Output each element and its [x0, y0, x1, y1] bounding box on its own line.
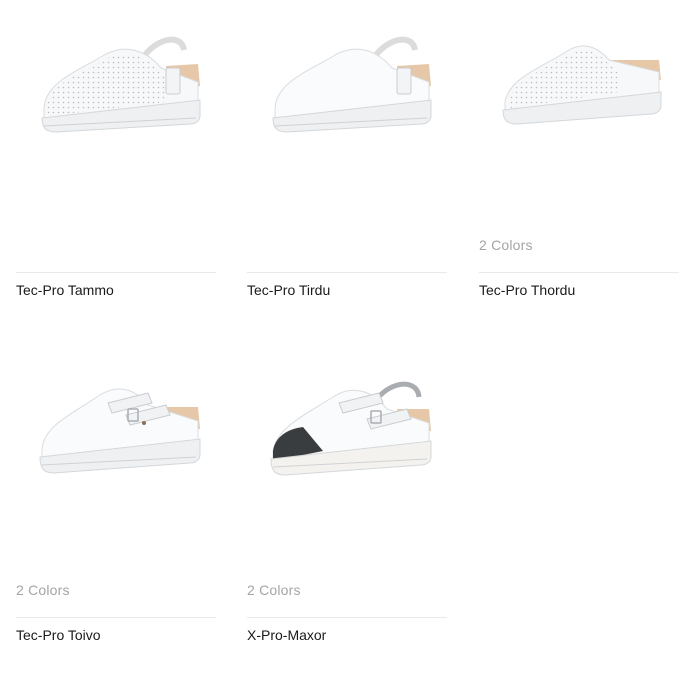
- product-image[interactable]: [16, 365, 216, 505]
- divider: [247, 617, 447, 618]
- divider: [247, 272, 447, 273]
- safety-clog-with-toe-cap-icon: [270, 381, 432, 476]
- product-card[interactable]: 2 Colors X-Pro-Maxor: [247, 365, 447, 695]
- product-name-link[interactable]: Tec-Pro Thordu: [479, 282, 575, 298]
- product-image[interactable]: [247, 365, 447, 505]
- product-card[interactable]: 2 Colors Tec-Pro Thordu: [479, 20, 679, 350]
- divider: [16, 617, 216, 618]
- product-name-link[interactable]: X-Pro-Maxor: [247, 627, 326, 643]
- divider: [16, 272, 216, 273]
- product-card[interactable]: Tec-Pro Tirdu: [247, 20, 447, 350]
- perforated-clog-icon: [502, 45, 662, 125]
- product-name-link[interactable]: Tec-Pro Toivo: [16, 627, 101, 643]
- product-image[interactable]: [16, 20, 216, 160]
- color-count: 2 Colors: [479, 237, 533, 253]
- product-image[interactable]: [479, 20, 679, 160]
- product-image[interactable]: [247, 20, 447, 160]
- product-name-link[interactable]: Tec-Pro Tirdu: [247, 282, 330, 298]
- color-count: 2 Colors: [247, 582, 301, 598]
- perforated-clog-with-strap-icon: [41, 36, 201, 133]
- color-count: 2 Colors: [16, 582, 70, 598]
- product-card[interactable]: 2 Colors Tec-Pro Toivo: [16, 365, 216, 695]
- divider: [479, 272, 679, 273]
- product-name-link[interactable]: Tec-Pro Tammo: [16, 282, 114, 298]
- smooth-clog-with-strap-icon: [272, 36, 432, 133]
- clog-with-buckle-icon: [39, 388, 201, 474]
- product-card[interactable]: Tec-Pro Tammo: [16, 20, 216, 350]
